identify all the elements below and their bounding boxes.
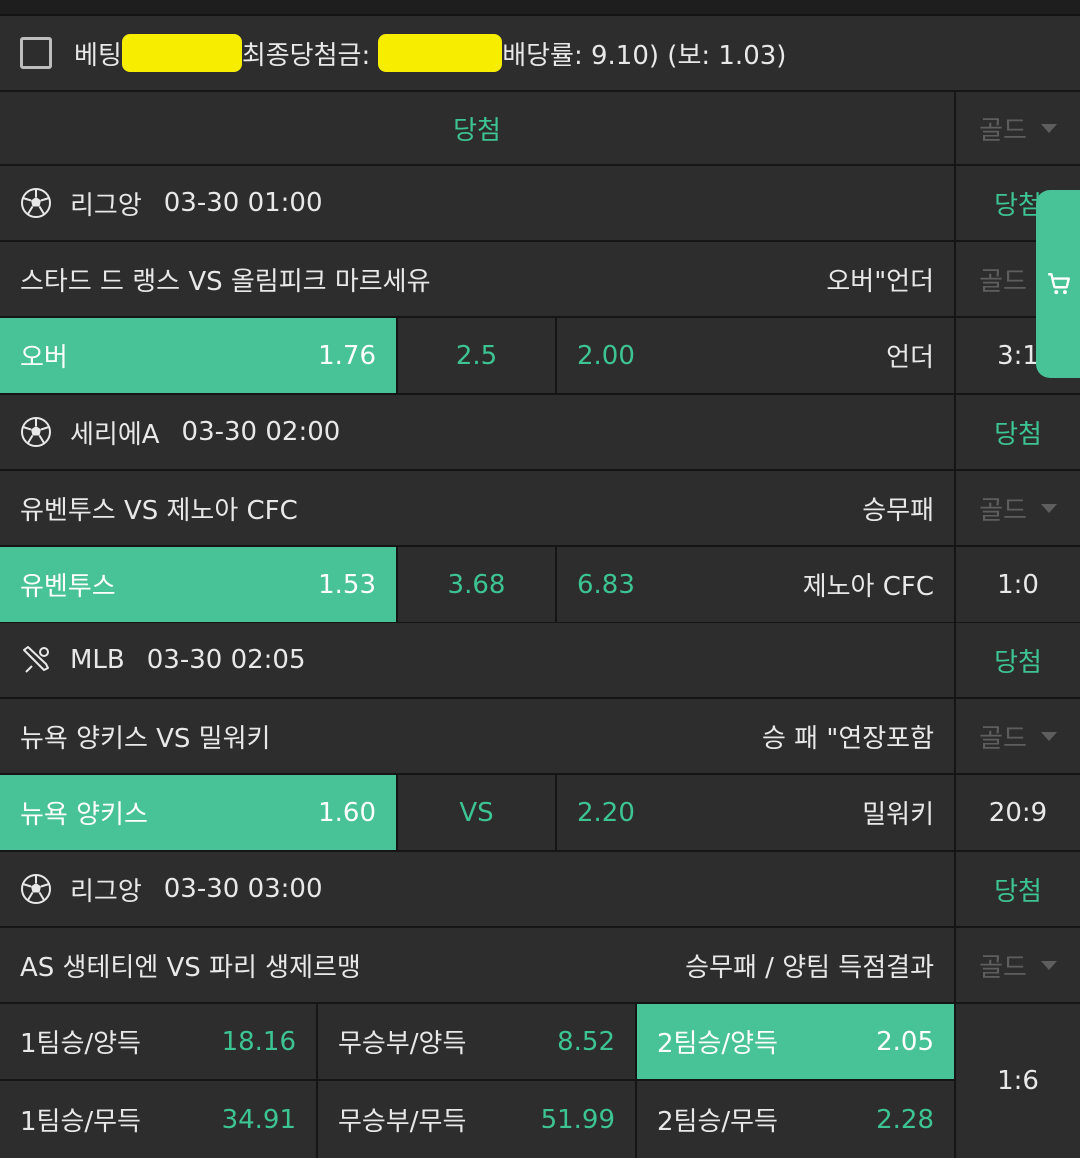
game-result: 당첨 <box>994 647 1042 678</box>
combo-options-grid: 1팀승/양득 18.16 무승부/양득 8.52 2팀승/양득 2.05 1팀승/무득… <box>0 1004 1080 1158</box>
matchup-row: 스타드 드 랭스 VS 올림피크 마르세유 오버"언더 골드 <box>0 242 1080 318</box>
away-odds-button[interactable]: 2.00 언더 <box>557 318 956 393</box>
league-name: 세리에A <box>70 419 160 450</box>
away-odds-button[interactable]: 2.20 밀워키 <box>557 775 956 850</box>
bet-summary-row: 베팅 최종당첨금: 배당률: 9.10) (보: 1.03) <box>0 16 1080 92</box>
game-header-row: MLB 03-30 02:05 당첨 <box>0 623 1080 699</box>
option-cell[interactable]: 무승부/무득 51.99 <box>318 1081 637 1158</box>
game-result: 당첨 <box>994 876 1042 907</box>
odds-text: 배당률: 9.10) (보: 1.03) <box>502 40 787 71</box>
odds-row: 오버 1.76 2.5 2.00 언더 3:1 <box>0 318 1080 395</box>
matchup-text: 뉴욕 양키스 VS 밀워키 <box>20 723 271 754</box>
league-name: 리그앙 <box>70 190 142 221</box>
redacted-winnings <box>378 34 503 72</box>
game-time: 03-30 02:00 <box>181 417 341 447</box>
market-type: 승무패 / 양팀 득점결과 <box>685 952 934 983</box>
soccer-ball-icon <box>20 873 52 905</box>
grade-select[interactable]: 골드 <box>956 699 1080 773</box>
soccer-ball-icon <box>20 187 52 219</box>
chevron-down-icon <box>1040 731 1057 741</box>
final-score: 20:9 <box>988 797 1048 828</box>
game-time: 03-30 01:00 <box>163 188 323 218</box>
bet-label: 베팅 <box>74 40 122 71</box>
home-odds-button-selected[interactable]: 뉴욕 양키스 1.60 <box>0 775 398 850</box>
summary-result-row: 당첨 골드 <box>0 92 1080 166</box>
market-type: 승무패 <box>862 495 934 526</box>
summary-result: 당첨 <box>0 92 956 164</box>
market-type: 오버"언더 <box>826 266 934 297</box>
option-cell[interactable]: 무승부/양득 8.52 <box>318 1004 637 1081</box>
option-cell[interactable]: 2팀승/무득 2.28 <box>637 1081 956 1158</box>
chevron-down-icon <box>1040 503 1057 513</box>
game-time: 03-30 02:05 <box>146 645 306 675</box>
grade-select[interactable]: 골드 <box>956 471 1080 545</box>
matchup-text: 유벤투스 VS 제노아 CFC <box>20 495 298 526</box>
game-result: 당첨 <box>994 419 1042 450</box>
matchup-row: 유벤투스 VS 제노아 CFC 승무패 골드 <box>0 471 1080 547</box>
game-header-row: 리그앙 03-30 01:00 당첨 <box>0 166 1080 242</box>
chevron-down-icon <box>1040 960 1057 970</box>
matchup-text: AS 생테티엔 VS 파리 생제르맹 <box>20 952 361 983</box>
middle-odds-button[interactable]: 2.5 <box>398 318 557 393</box>
option-cell[interactable]: 1팀승/무득 34.91 <box>0 1081 318 1158</box>
summary-grade-select[interactable]: 골드 <box>956 92 1080 164</box>
redacted-bet-id <box>121 34 242 72</box>
option-cell-selected[interactable]: 2팀승/양득 2.05 <box>637 1004 956 1081</box>
home-odds-button-selected[interactable]: 오버 1.76 <box>0 318 398 393</box>
odds-row: 유벤투스 1.53 3.68 6.83 제노아 CFC 1:0 <box>0 547 1080 624</box>
grade-select[interactable]: 골드 <box>956 928 1080 1002</box>
shopping-cart-icon <box>1046 271 1072 297</box>
soccer-ball-icon <box>20 416 52 448</box>
middle-odds-button[interactable]: 3.68 <box>398 547 557 622</box>
final-score: 1:0 <box>997 569 1039 600</box>
market-type: 승 패 "연장포함 <box>761 723 934 754</box>
away-odds-button[interactable]: 6.83 제노아 CFC <box>557 547 956 622</box>
game-header-row: 리그앙 03-30 03:00 당첨 <box>0 852 1080 928</box>
game-header-row: 세리에A 03-30 02:00 당첨 <box>0 395 1080 471</box>
game-time: 03-30 03:00 <box>163 874 323 904</box>
cart-tab-button[interactable] <box>1036 190 1080 378</box>
odds-row: 뉴욕 양키스 1.60 VS 2.20 밀워키 20:9 <box>0 775 1080 852</box>
middle-odds-button[interactable]: VS <box>398 775 557 850</box>
matchup-text: 스타드 드 랭스 VS 올림피크 마르세유 <box>20 266 431 297</box>
matchup-row: AS 생테티엔 VS 파리 생제르맹 승무패 / 양팀 득점결과 골드 <box>0 928 1080 1004</box>
final-winnings-label: 최종당첨금: <box>241 40 371 71</box>
option-cell[interactable]: 1팀승/양득 18.16 <box>0 1004 318 1081</box>
top-bar <box>0 0 1080 16</box>
home-odds-button-selected[interactable]: 유벤투스 1.53 <box>0 547 398 622</box>
league-name: 리그앙 <box>70 876 142 907</box>
chevron-down-icon <box>1040 123 1057 133</box>
baseball-bat-icon <box>20 644 52 676</box>
final-score: 1:6 <box>997 1066 1039 1096</box>
league-name: MLB <box>70 645 125 675</box>
matchup-row: 뉴욕 양키스 VS 밀워키 승 패 "연장포함 골드 <box>0 699 1080 775</box>
select-checkbox[interactable] <box>20 37 52 69</box>
